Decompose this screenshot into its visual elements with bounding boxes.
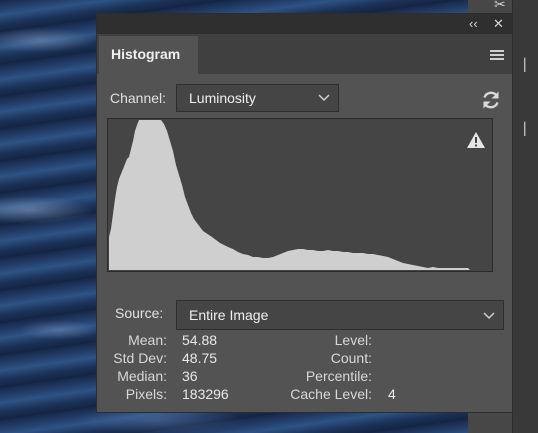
collapse-button[interactable]: ‹‹ bbox=[469, 16, 478, 32]
close-button[interactable]: ✕ bbox=[493, 16, 504, 32]
source-select[interactable]: Entire Image bbox=[176, 300, 504, 330]
scissors-icon[interactable]: ✂ bbox=[494, 0, 506, 13]
warning-icon[interactable] bbox=[466, 131, 486, 149]
tool-slot-icon[interactable]: ▕ bbox=[516, 122, 525, 136]
histogram-plot bbox=[109, 120, 470, 270]
source-value: Entire Image bbox=[189, 307, 269, 323]
pixels-label: Pixels: bbox=[125, 386, 167, 402]
chevron-down-icon bbox=[318, 94, 330, 102]
cache-level-value: 4 bbox=[388, 386, 396, 402]
level-label: Level: bbox=[334, 332, 372, 348]
histogram-shape bbox=[109, 120, 470, 270]
std-dev-value: 48.75 bbox=[182, 350, 218, 366]
pixels-value: 183296 bbox=[182, 386, 229, 402]
channel-label: Channel: bbox=[110, 90, 167, 106]
chevron-down-icon bbox=[483, 312, 495, 320]
histogram-panel: ‹‹ ✕ Histogram Channel: Luminosity Sourc… bbox=[96, 13, 513, 413]
source-label: Source: bbox=[115, 305, 164, 321]
channel-select[interactable]: Luminosity bbox=[176, 84, 339, 112]
tab-histogram[interactable]: Histogram bbox=[99, 36, 198, 74]
tab-bar: Histogram bbox=[97, 34, 512, 74]
mean-label: Mean: bbox=[128, 332, 167, 348]
median-label: Median: bbox=[117, 368, 167, 384]
std-dev-label: Std Dev: bbox=[113, 350, 167, 366]
histogram-graph bbox=[107, 118, 493, 272]
panel-title-bar: ‹‹ ✕ bbox=[97, 14, 512, 34]
tool-slot-icon[interactable]: ▕ bbox=[516, 58, 525, 72]
panel-menu-icon[interactable] bbox=[490, 50, 504, 60]
count-label: Count: bbox=[330, 350, 372, 366]
refresh-icon[interactable] bbox=[480, 89, 502, 111]
percentile-label: Percentile: bbox=[305, 368, 372, 384]
channel-value: Luminosity bbox=[189, 90, 256, 106]
cache-level-label: Cache Level: bbox=[290, 386, 372, 402]
mean-value: 54.88 bbox=[182, 332, 218, 348]
median-value: 36 bbox=[182, 368, 198, 384]
